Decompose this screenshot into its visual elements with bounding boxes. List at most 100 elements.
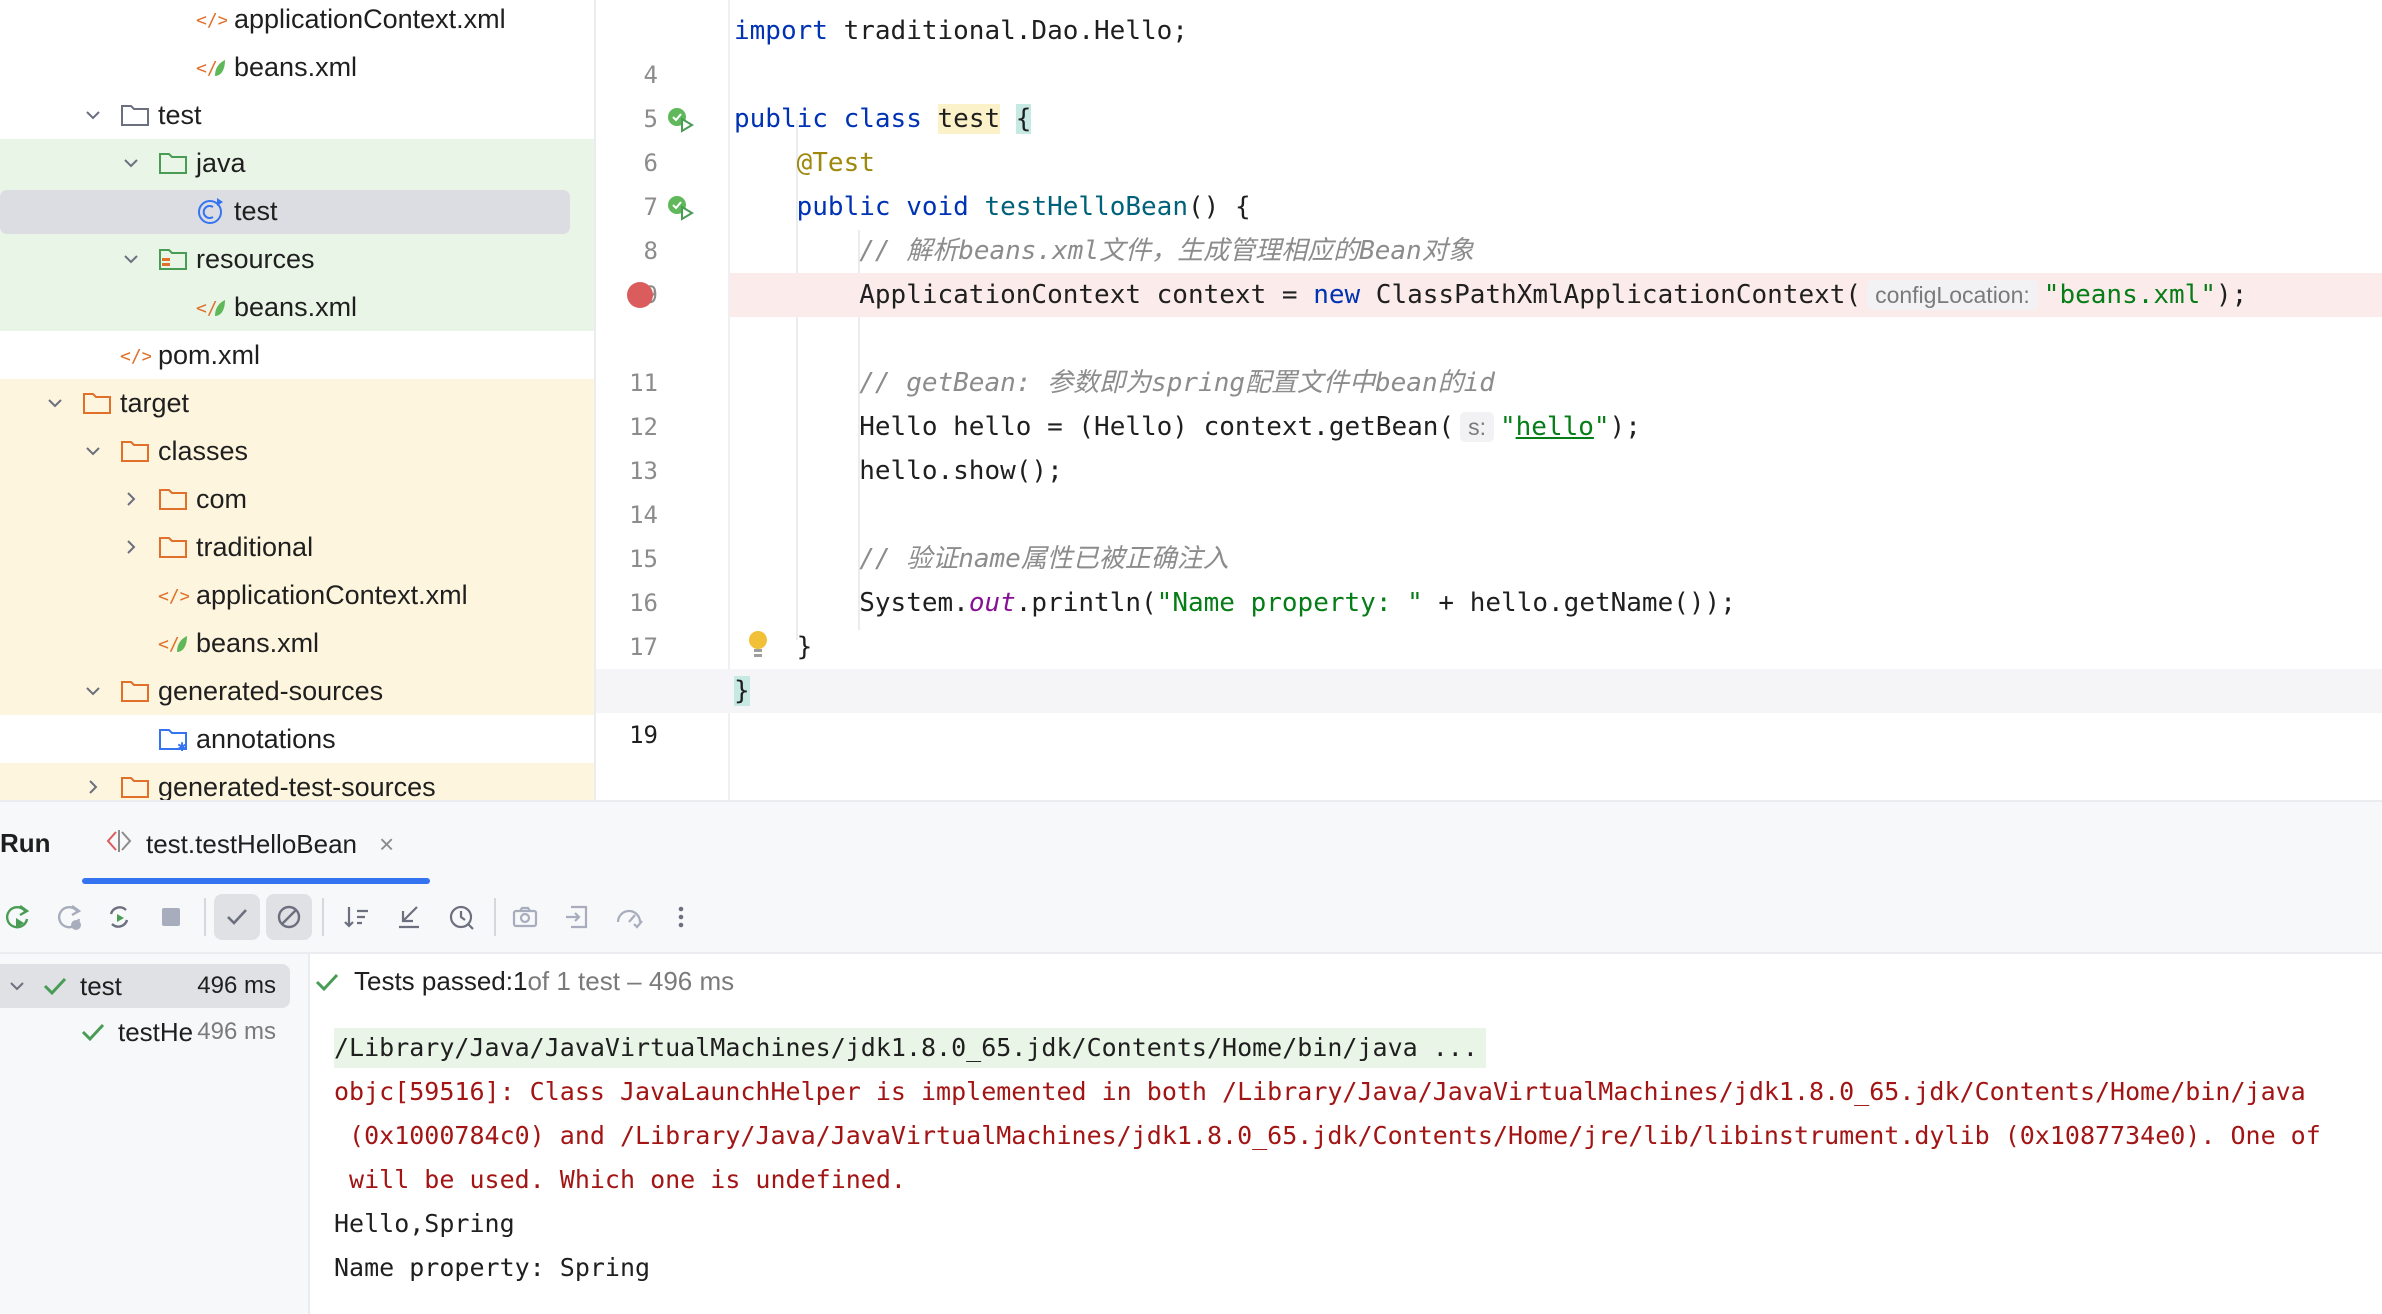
tree-item-com-folder[interactable]: com	[0, 475, 594, 523]
sort-icon[interactable]	[334, 894, 380, 940]
chevron-right-icon[interactable]	[118, 534, 144, 560]
code-line: 4 import traditional.Dao.Hello;	[596, 9, 2382, 89]
code-editor[interactable]: 4 import traditional.Dao.Hello; 5 6 publ…	[596, 0, 2382, 800]
chevron-down-icon[interactable]	[4, 973, 30, 999]
history-icon[interactable]	[438, 894, 484, 940]
tree-item-generated-test-sources-folder[interactable]: generated-test-sources	[0, 763, 594, 800]
show-passed-icon[interactable]	[214, 894, 260, 940]
import-icon[interactable]	[554, 894, 600, 940]
tree-item-applicationcontext-xml[interactable]: </> applicationContext.xml	[0, 0, 594, 43]
breakpoint-icon[interactable]	[626, 281, 654, 309]
tree-item-label: test	[158, 99, 202, 130]
test-result-row-testhellobean[interactable]: testHe 496 ms	[0, 1010, 290, 1054]
code-line: 17 System.out.println("Name property: " …	[596, 581, 2382, 661]
chevron-right-icon[interactable]	[118, 486, 144, 512]
svg-text:</: </	[196, 298, 218, 319]
tree-item-test-folder[interactable]: test	[0, 91, 594, 139]
test-resources-folder-icon	[156, 244, 190, 274]
folder-icon	[118, 436, 152, 466]
console-error-line: objc[59516]: Class JavaLaunchHelper is i…	[334, 1077, 2306, 1106]
tree-item-annotations-folder[interactable]: ✱ annotations	[0, 715, 594, 763]
code-line: 13 Hello hello = (Hello) context.getBean…	[596, 405, 2382, 485]
svg-text:</>: </>	[120, 346, 151, 367]
svg-text:</>: </>	[196, 10, 227, 31]
code-line: 9 // 解析beans.xml文件，生成管理相应的Bean对象	[596, 229, 2382, 309]
screenshot-icon[interactable]	[502, 894, 548, 940]
console-output-line: Hello,Spring	[334, 1209, 515, 1238]
show-ignored-icon[interactable]	[266, 894, 312, 940]
tree-item-label: beans.xml	[196, 627, 320, 658]
spring-xml-file-icon: </	[194, 292, 228, 322]
test-results-tree: test 496 ms testHe 496 ms	[0, 954, 310, 1314]
close-icon[interactable]: ×	[379, 829, 394, 860]
tree-item-test-class[interactable]: test	[0, 187, 594, 235]
collapse-icon[interactable]	[386, 894, 432, 940]
console-output-line: Name property: Spring	[334, 1253, 651, 1282]
project-tree: </> applicationContext.xml </ beans.xml …	[0, 0, 596, 800]
svg-text:✱: ✱	[177, 740, 187, 754]
tree-item-resources-folder[interactable]: resources	[0, 235, 594, 283]
tree-item-label: pom.xml	[158, 339, 261, 370]
chevron-down-icon[interactable]	[118, 150, 144, 176]
run-test-gutter-icon[interactable]	[666, 194, 694, 222]
chevron-down-icon[interactable]	[80, 102, 106, 128]
code-line: ApplicationContext context = new ClassPa…	[596, 273, 2382, 317]
stop-icon[interactable]	[148, 894, 194, 940]
run-test-gutter-icon[interactable]	[666, 106, 694, 134]
code-line: 7 @Test	[596, 141, 2382, 221]
tree-item-pom-xml[interactable]: </> pom.xml	[0, 331, 594, 379]
xml-file-icon: </>	[156, 580, 190, 610]
excluded-folder-icon	[80, 388, 114, 418]
xml-file-icon: </>	[194, 4, 228, 34]
rerun-icon[interactable]	[0, 894, 40, 940]
folder-icon	[118, 100, 152, 130]
tree-item-applicationcontext-xml[interactable]: </> applicationContext.xml	[0, 571, 594, 619]
folder-icon	[156, 532, 190, 562]
tree-item-label: applicationContext.xml	[234, 3, 506, 34]
selection-highlight	[0, 190, 570, 234]
tree-item-traditional-folder[interactable]: traditional	[0, 523, 594, 571]
run-tab-label: test.testHelloBean	[146, 828, 358, 859]
tree-item-beans-xml[interactable]: </ beans.xml	[0, 283, 594, 331]
tree-item-label: test	[234, 195, 278, 226]
tree-item-beans-xml[interactable]: </ beans.xml	[0, 43, 594, 91]
more-icon[interactable]	[658, 894, 704, 940]
chevron-down-icon[interactable]	[118, 246, 144, 272]
chevron-down-icon[interactable]	[80, 678, 106, 704]
tree-item-target-folder[interactable]: target	[0, 379, 594, 427]
code-line: 12 // getBean: 参数即为spring配置文件中bean的id	[596, 361, 2382, 441]
tree-item-label: traditional	[196, 531, 314, 562]
maven-file-icon: </>	[118, 340, 152, 370]
run-console[interactable]: Tests passed: 1 of 1 test – 496 ms /Libr…	[310, 954, 2382, 1314]
tree-item-label: applicationContext.xml	[196, 579, 468, 610]
run-tab-testhellobean[interactable]: test.testHelloBean ×	[104, 816, 394, 872]
tree-item-java-folder[interactable]: java	[0, 139, 594, 187]
test-name: test	[80, 970, 122, 1001]
tree-item-label: annotations	[196, 723, 336, 754]
code-line: 14 hello.show();	[596, 449, 2382, 529]
line-number: 19	[629, 721, 658, 749]
param-hint: s:	[1460, 412, 1494, 442]
run-toolbar	[0, 884, 2382, 954]
test-result-row-test[interactable]: test 496 ms	[0, 964, 290, 1008]
generated-folder-icon: ✱	[156, 724, 190, 754]
code-line: 16 // 验证name属性已被正确注入	[596, 537, 2382, 617]
console-command-line[interactable]: /Library/Java/JavaVirtualMachines/jdk1.8…	[334, 1028, 1486, 1068]
test-diff-icon	[104, 828, 134, 861]
passed-check-icon	[80, 1020, 106, 1044]
coverage-icon[interactable]	[606, 894, 652, 940]
tree-item-label: classes	[158, 435, 249, 466]
svg-text:</: </	[196, 58, 218, 79]
tree-item-generated-sources-folder[interactable]: generated-sources	[0, 667, 594, 715]
chevron-down-icon[interactable]	[42, 390, 68, 416]
tree-item-label: target	[120, 387, 190, 418]
tree-item-classes-folder[interactable]: classes	[0, 427, 594, 475]
code-line-current: 19 }	[596, 669, 2382, 749]
test-class-icon	[194, 196, 228, 226]
rerun-failed-icon[interactable]	[46, 894, 92, 940]
chevron-down-icon[interactable]	[80, 438, 106, 464]
chevron-right-icon[interactable]	[80, 774, 106, 800]
toggle-auto-test-icon[interactable]	[96, 894, 142, 940]
passed-check-icon	[314, 970, 340, 994]
tree-item-beans-xml[interactable]: </ beans.xml	[0, 619, 594, 667]
